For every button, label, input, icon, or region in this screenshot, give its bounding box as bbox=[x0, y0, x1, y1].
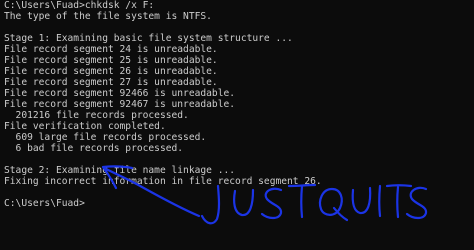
console-line: Stage 1: Examining basic file system str… bbox=[4, 33, 293, 44]
console-line: File record segment 92467 is unreadable. bbox=[4, 99, 236, 110]
console-line: 609 large file records processed. bbox=[4, 132, 207, 143]
console-line-command: C:\Users\Fuad>chkdsk /x F: bbox=[4, 0, 155, 11]
console-prompt[interactable]: C:\Users\Fuad> bbox=[4, 198, 85, 209]
console-line: File record segment 25 is unreadable. bbox=[4, 55, 218, 66]
console-line: File record segment 92466 is unreadable. bbox=[4, 88, 236, 99]
annotation-letter-u bbox=[233, 188, 255, 217]
annotation-letter-s2 bbox=[405, 186, 428, 220]
annotation-letter-s bbox=[260, 187, 283, 220]
annotation-letter-q bbox=[318, 187, 343, 216]
console-line: Stage 2: Examining file name linkage ... bbox=[4, 165, 236, 176]
console-line: File record segment 27 is unreadable. bbox=[4, 77, 218, 88]
annotation-letter-t1-stem bbox=[300, 184, 304, 219]
console-line: File record segment 24 is unreadable. bbox=[4, 44, 218, 55]
console-line: 6 bad file records processed. bbox=[4, 143, 184, 154]
console-window[interactable]: C:\Users\Fuad>chkdsk /x F: The type of t… bbox=[0, 0, 474, 250]
console-line: File verification completed. bbox=[4, 121, 166, 132]
annotation-letter-t2-bar bbox=[385, 184, 413, 188]
annotation-letter-j bbox=[200, 184, 221, 225]
annotation-letter-t2-stem bbox=[396, 185, 400, 219]
console-line: File record segment 26 is unreadable. bbox=[4, 66, 218, 77]
annotation-letter-i bbox=[378, 184, 382, 218]
console-line: The type of the file system is NTFS. bbox=[4, 11, 212, 22]
console-line: Fixing incorrect information in file rec… bbox=[4, 176, 322, 187]
annotation-letter-q-tail bbox=[332, 206, 349, 222]
console-line: 201216 file records processed. bbox=[4, 110, 189, 121]
annotation-letter-u2 bbox=[351, 186, 372, 215]
